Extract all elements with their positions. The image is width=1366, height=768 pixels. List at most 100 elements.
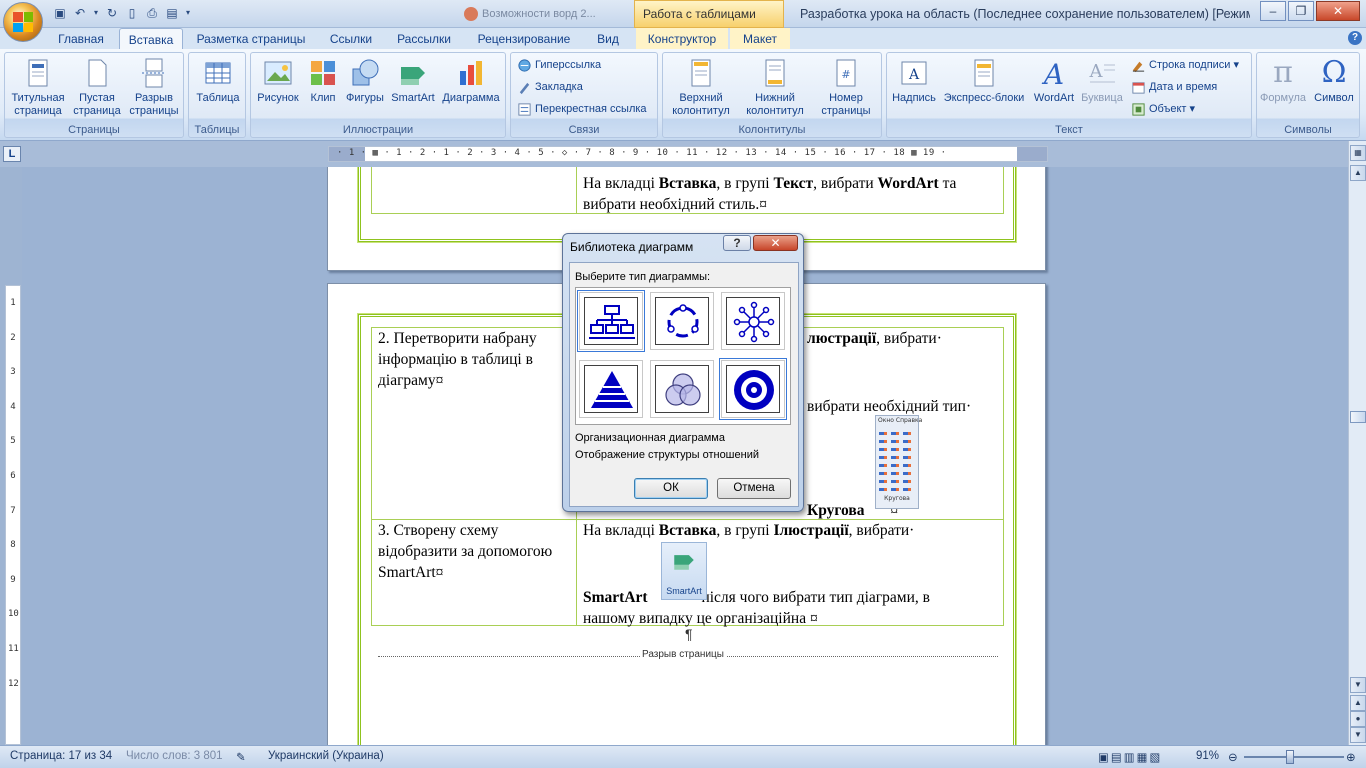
scroll-down-button[interactable]: ▼ (1350, 677, 1366, 693)
dialog-help-button[interactable]: ? (723, 235, 751, 251)
tab-insert[interactable]: Вставка (119, 28, 183, 50)
minimize-button[interactable]: – (1260, 1, 1286, 21)
dialog-close-button[interactable]: ✕ (753, 235, 798, 251)
zoom-level[interactable]: 91% (1196, 750, 1219, 762)
signature-line-button[interactable]: Строка подписи ▾ (1129, 57, 1239, 75)
table-cell[interactable]: На вкладці Вставка, в групі Текст, вибра… (576, 167, 1004, 214)
scroll-thumb[interactable] (1350, 411, 1366, 423)
object-button[interactable]: Объект ▾ (1129, 101, 1195, 119)
tab-design[interactable]: Конструктор (636, 28, 728, 50)
table-cell[interactable]: 3. Створену схему відобразити за допомог… (371, 519, 577, 626)
zoom-out-icon[interactable]: ⊖ (1228, 750, 1238, 764)
chart-menu-image: Окно Справка Кругова (875, 415, 922, 509)
org-chart-tile[interactable] (577, 290, 645, 352)
header-label: Верхний колонтитул (672, 92, 730, 117)
tab-references[interactable]: Ссылки (322, 28, 380, 50)
quick-parts-button[interactable]: Экспресс-блоки (939, 57, 1029, 105)
page-count[interactable]: Страница: 17 из 34 (10, 750, 112, 762)
radial-diagram-tile[interactable] (721, 292, 785, 350)
dropdown-icon[interactable]: ▾ (92, 5, 100, 21)
cycle-diagram-tile[interactable] (650, 292, 714, 350)
browse-object-icon[interactable]: ● (1350, 711, 1366, 727)
title-page-button[interactable]: Титульная страница (7, 57, 69, 118)
table-icon (205, 62, 231, 84)
next-page-icon[interactable]: ▼ (1350, 727, 1366, 743)
dialog-prompt: Выберите тип диаграммы: (575, 271, 711, 283)
scroll-up-button[interactable]: ▲ (1350, 165, 1366, 181)
tab-mailings[interactable]: Рассылки (390, 28, 458, 50)
page-number-button[interactable]: # Номер страницы (813, 57, 879, 118)
view-buttons[interactable]: ▣▤▥▦▧ (1098, 750, 1162, 764)
help-icon[interactable]: ? (1348, 31, 1362, 45)
new-document-icon[interactable]: ▯ (124, 5, 140, 21)
ok-button[interactable]: ОК (634, 478, 708, 499)
table-cell[interactable]: 2. Перетворити набрану інформацію в табл… (371, 327, 577, 520)
horizontal-ruler[interactable]: · 1 · ▦ · 1 · 2 · 1 · 2 · 3 · 4 · 5 · ◇ … (328, 146, 1048, 162)
zoom-in-icon[interactable]: ⊕ (1346, 750, 1356, 764)
language[interactable]: Украинский (Украина) (268, 750, 384, 762)
undo-icon[interactable]: ↶ (72, 5, 88, 21)
page-break-label: Разрыв страницы (640, 649, 726, 660)
hyperlink-button[interactable]: Гиперссылка (515, 57, 601, 75)
footer-button[interactable]: Нижний колонтитул (739, 57, 811, 118)
textbox-button[interactable]: A Надпись (889, 57, 939, 105)
shapes-icon (352, 59, 379, 86)
diagram-type-grid (575, 287, 791, 425)
page-break-button[interactable]: Разрыв страницы (127, 57, 181, 118)
vertical-scrollbar[interactable]: ▦ ▲ ▼ ▲ ● ▼ (1348, 141, 1366, 745)
table-cell[interactable] (371, 167, 577, 214)
tab-home[interactable]: Главная (48, 28, 114, 50)
office-button[interactable] (3, 2, 43, 42)
previous-page-icon[interactable]: ▲ (1350, 695, 1366, 711)
cross-reference-button[interactable]: Перекрестная ссылка (515, 101, 647, 119)
smartart-icon (674, 555, 694, 570)
table-cell[interactable]: На вкладці Вставка, в групі Ілюстрації, … (576, 519, 1004, 627)
vertical-ruler[interactable]: 1 2 3 4 5 6 7 8 9 10 11 12 (5, 285, 21, 745)
zoom-slider[interactable] (1244, 756, 1344, 758)
taskbar-document-tab[interactable]: Возможности ворд 2... (462, 3, 634, 25)
svg-text:#: # (841, 68, 850, 81)
tab-layout[interactable]: Макет (730, 28, 790, 50)
tab-selector[interactable]: L (3, 146, 21, 162)
spellcheck-icon[interactable]: ✎ (236, 750, 246, 764)
tab-view[interactable]: Вид (588, 28, 628, 50)
dropdown-icon[interactable]: ▾ (184, 5, 192, 21)
symbol-button[interactable]: Ω Символ (1309, 57, 1359, 105)
textbox-label: Надпись (892, 92, 936, 104)
date-time-button[interactable]: Дата и время (1129, 79, 1217, 97)
wordart-button[interactable]: A WordArt (1029, 57, 1079, 105)
group-headers-footers: Верхний колонтитул Нижний колонтитул # Н… (662, 52, 882, 138)
bookmark-button[interactable]: Закладка (515, 79, 583, 97)
selected-diagram-name: Организационная диаграмма (575, 432, 725, 444)
print-icon[interactable]: ⎙ (144, 5, 160, 21)
close-button[interactable]: ✕ (1316, 1, 1360, 21)
zoom-slider-thumb[interactable] (1286, 750, 1294, 764)
clipart-button[interactable]: Клип (305, 57, 341, 105)
equation-button[interactable]: π Формула (1259, 57, 1307, 105)
cell-text: 3. Створену схему відобразити за допомог… (378, 522, 553, 581)
tab-page-layout[interactable]: Разметка страницы (190, 28, 312, 50)
svg-text:A: A (1041, 58, 1064, 89)
cell-text: 2. Перетворити набрану інформацію в табл… (378, 330, 537, 389)
pyramid-diagram-tile[interactable] (579, 360, 643, 418)
table-button[interactable]: Таблица (192, 57, 244, 105)
venn-diagram-tile[interactable] (650, 360, 714, 418)
restore-button[interactable]: ❐ (1288, 1, 1314, 21)
header-button[interactable]: Верхний колонтитул (665, 57, 737, 118)
blank-page-button[interactable]: Пустая страница (71, 57, 123, 118)
smartart-button[interactable]: SmartArt (389, 57, 437, 105)
ruler-toggle-icon[interactable]: ▦ (1350, 145, 1366, 161)
word-count[interactable]: Число слов: 3 801 (126, 750, 223, 762)
cancel-button[interactable]: Отмена (717, 478, 791, 499)
tab-review[interactable]: Рецензирование (468, 28, 580, 50)
chart-icon (460, 61, 482, 85)
picture-button[interactable]: Рисунок (255, 57, 301, 105)
redo-icon[interactable]: ↻ (104, 5, 120, 21)
chart-button[interactable]: Диаграмма (439, 57, 503, 105)
save-icon[interactable]: ▣ (52, 5, 68, 21)
pi-icon: π (1273, 55, 1293, 90)
dropcap-button[interactable]: A Буквица (1079, 57, 1125, 105)
shapes-button[interactable]: Фигуры (343, 57, 387, 105)
target-diagram-tile[interactable] (719, 358, 787, 420)
print-preview-icon[interactable]: ▤ (164, 5, 180, 21)
